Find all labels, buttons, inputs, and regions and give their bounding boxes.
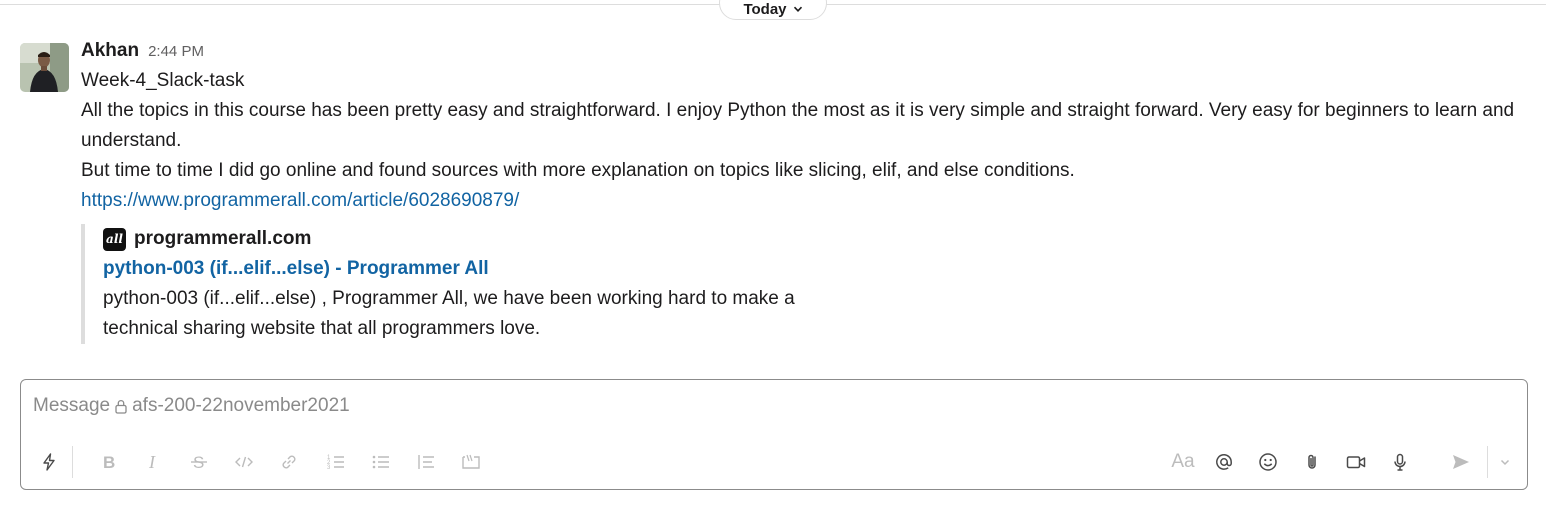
bullet-list-icon[interactable] [369,450,393,474]
formatting-label: Aa [1171,451,1195,472]
preview-description-line: technical sharing website that all progr… [103,318,541,339]
formatting-toggle[interactable]: Aa [1168,450,1198,474]
message-timestamp[interactable]: 2:44 PM [148,43,204,60]
link-preview: all programmerall.com python-003 (if...e… [81,224,1531,344]
message-link[interactable]: https://www.programmerall.com/article/60… [81,190,519,211]
message-input[interactable]: Message afs-200-22november2021 [33,395,350,417]
lightning-icon[interactable] [37,450,61,474]
bold-icon[interactable]: B [97,450,121,474]
message-line: All the topics in this course has been p… [81,100,1515,151]
svg-text:I: I [148,452,156,472]
code-icon[interactable] [232,450,256,474]
message-line: Week-4_Slack-task [81,70,245,91]
emoji-icon[interactable] [1256,450,1280,474]
microphone-icon[interactable] [1388,450,1412,474]
site-favicon-icon: all [103,227,126,251]
video-icon[interactable] [1344,450,1368,474]
chevron-down-icon[interactable] [1493,450,1517,474]
placeholder-channel: afs-200-22november2021 [132,395,350,416]
day-divider-label: Today [743,0,787,18]
lock-icon [115,399,127,414]
preview-title-link[interactable]: python-003 (if...elif...else) - Programm… [103,254,1531,284]
svg-text:3: 3 [327,465,331,471]
message-author[interactable]: Akhan [81,40,139,62]
toolbar-divider [1487,446,1488,478]
chevron-down-icon [793,6,802,12]
svg-text:B: B [103,453,115,472]
message-composer[interactable]: Message afs-200-22november2021 B I S 123 [20,379,1528,490]
composer-toolbar: B I S 123 Aa [21,444,1527,480]
preview-site-name: programmerall.com [134,228,312,249]
ordered-list-icon[interactable]: 123 [324,450,348,474]
message-body: Week-4_Slack-task All the topics in this… [81,66,1531,216]
avatar[interactable] [20,43,69,92]
preview-description-line: python-003 (if...elif...else) , Programm… [103,288,795,309]
message-line: But time to time I did go online and fou… [81,160,1075,181]
paperclip-icon[interactable] [1300,450,1324,474]
day-divider-button[interactable]: Today [719,0,827,20]
strikethrough-icon[interactable]: S [187,450,211,474]
toolbar-divider [72,446,73,478]
link-icon[interactable] [277,450,301,474]
placeholder-prefix: Message [33,395,111,416]
italic-icon[interactable]: I [142,450,166,474]
code-block-icon[interactable] [459,450,483,474]
at-icon[interactable] [1212,450,1236,474]
preview-description: python-003 (if...elif...else) , Programm… [103,284,883,344]
blockquote-icon[interactable] [414,450,438,474]
send-icon[interactable] [1449,450,1473,474]
message: Akhan 2:44 PM Week-4_Slack-task All the … [81,40,1531,344]
